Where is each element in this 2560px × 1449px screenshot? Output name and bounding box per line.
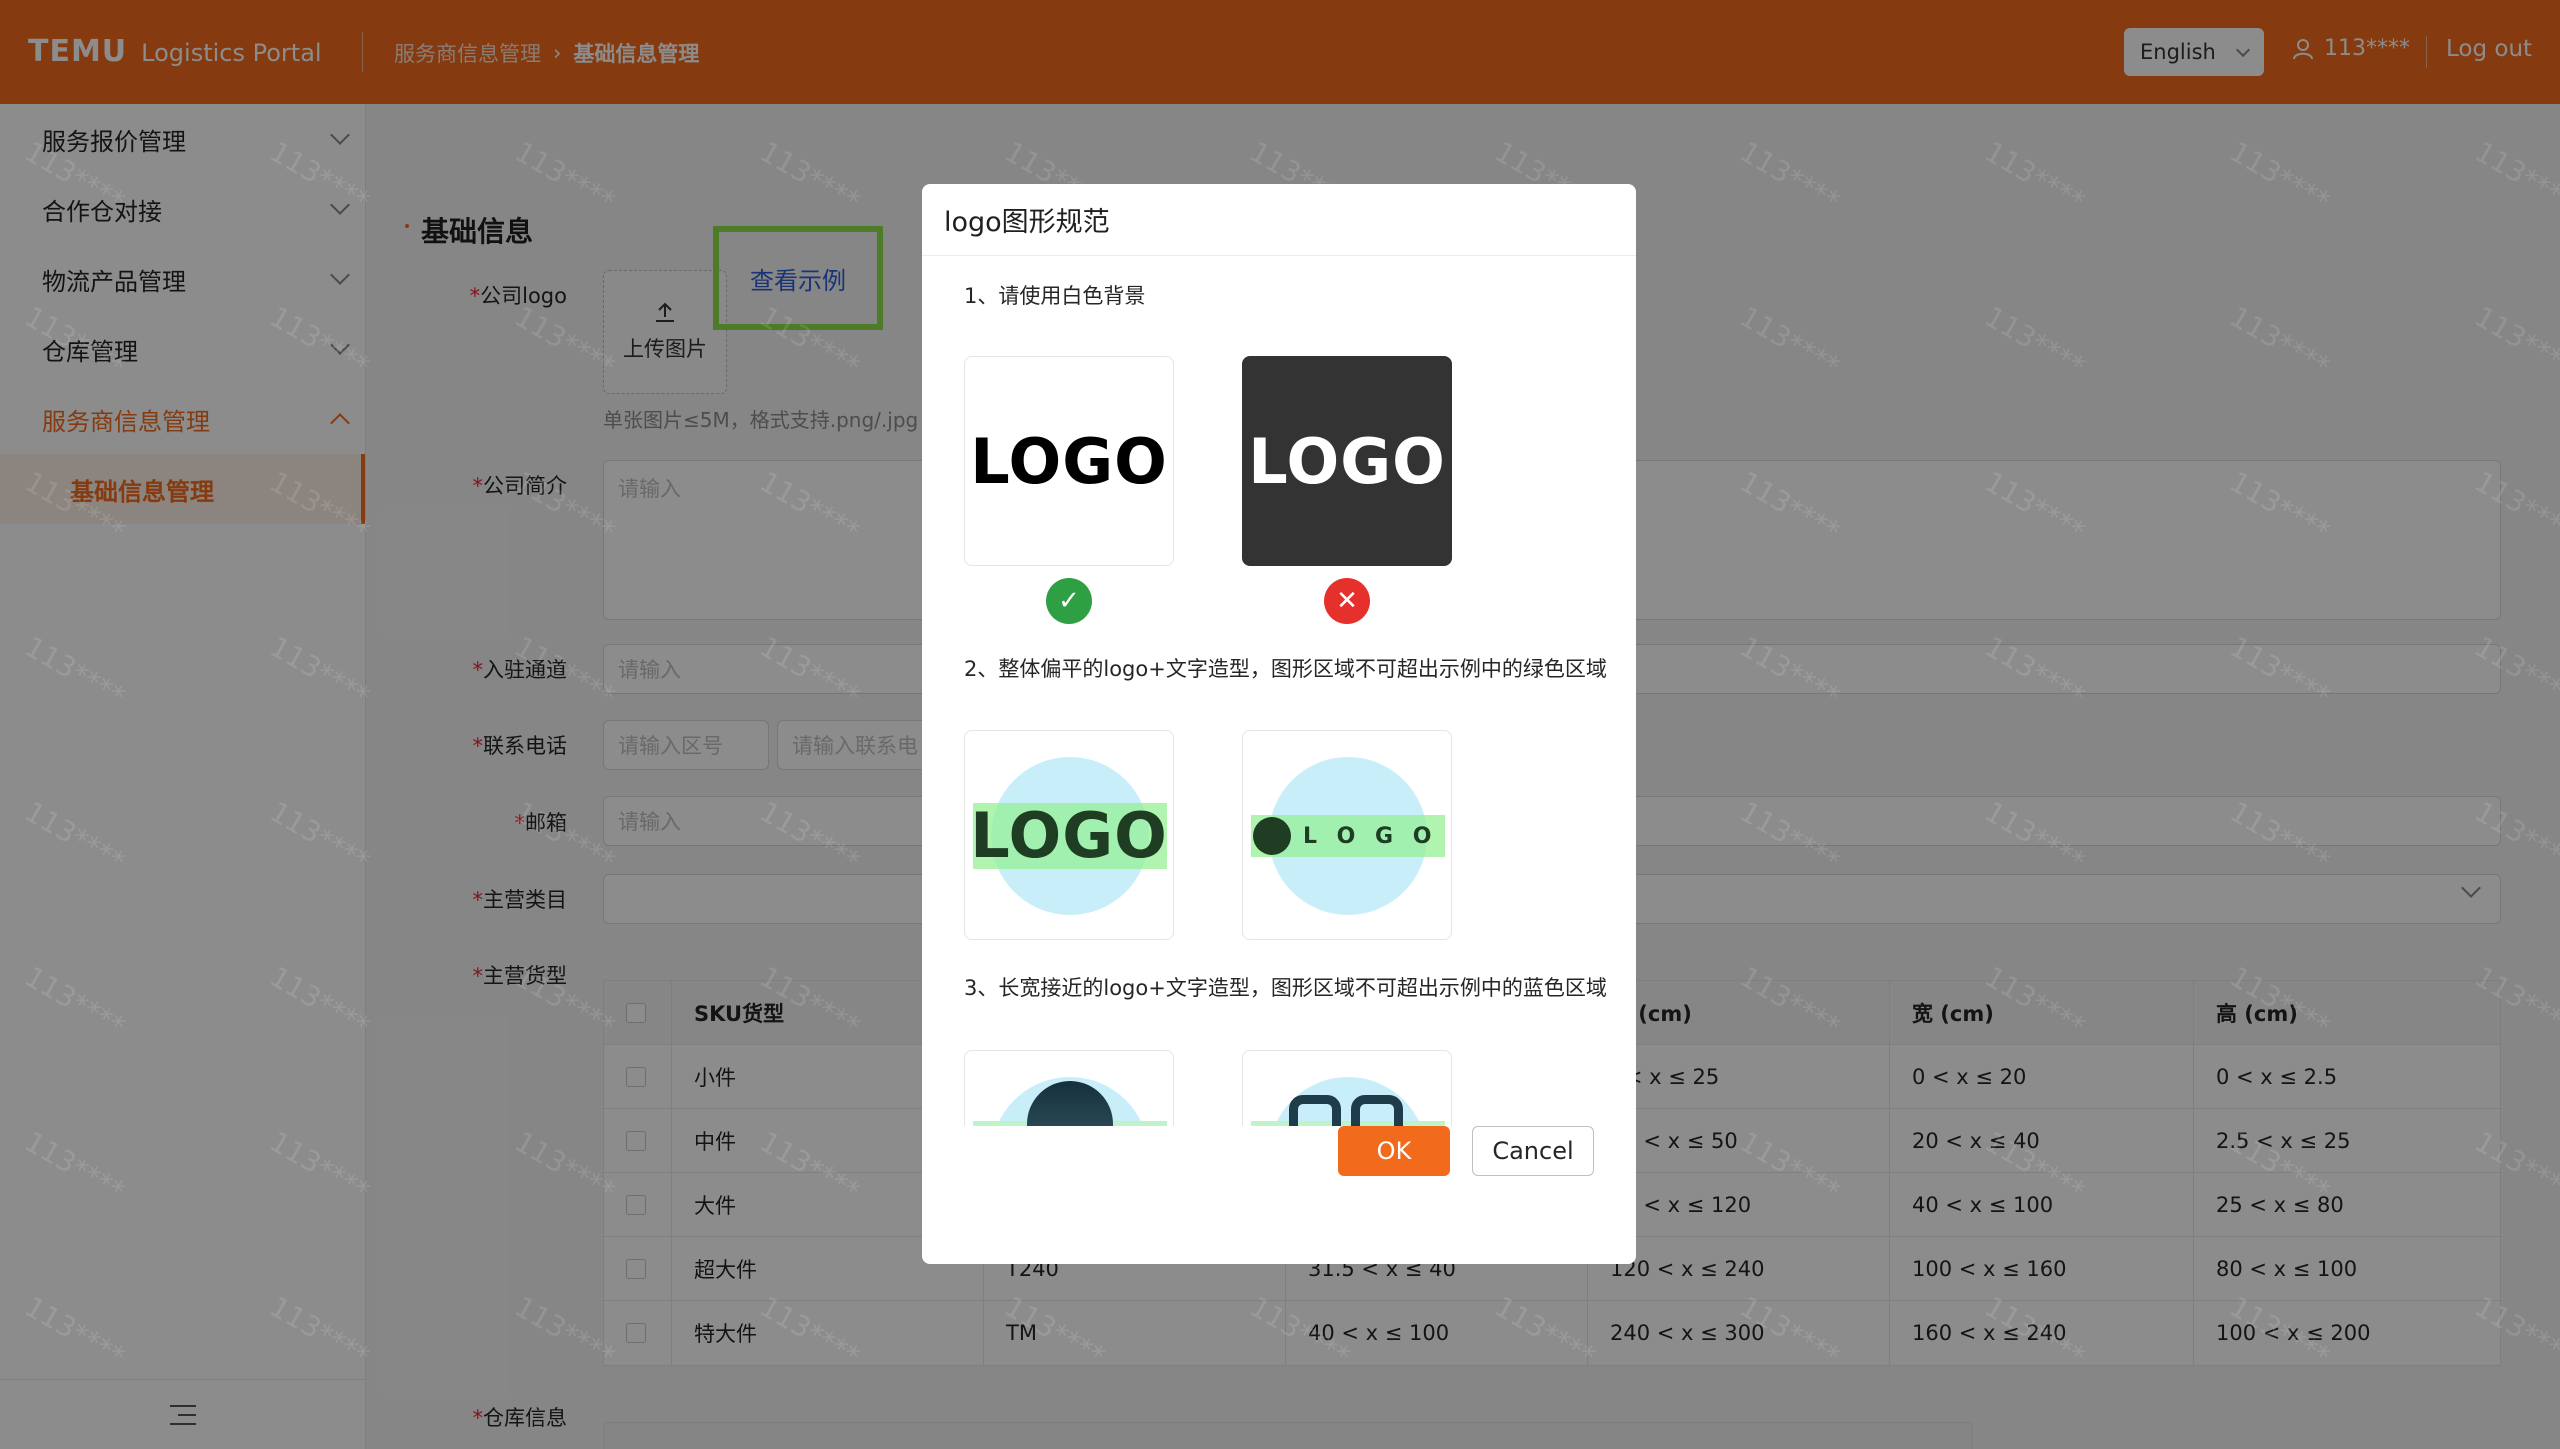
logo-text: L O G O (1303, 823, 1438, 849)
sample-flat-logo-a: LOGO (964, 730, 1174, 940)
dialog-title: logo图形规范 (922, 184, 1636, 256)
rule-square-logo: 3、长宽接近的logo+文字造型，图形区域不可超出示例中的蓝色区域 (964, 976, 1607, 1000)
rule-flat-logo: 2、整体偏平的logo+文字造型，图形区域不可超出示例中的绿色区域 (964, 657, 1607, 681)
sample-square-logo-a (964, 1050, 1174, 1126)
check-icon: ✓ (1046, 578, 1092, 624)
logo-text: LOGO (1248, 424, 1446, 498)
ok-button[interactable]: OK (1338, 1126, 1450, 1176)
dialog-footer: OK Cancel (922, 1126, 1636, 1264)
sample-square-logo-b (1242, 1050, 1452, 1126)
sample-white-logo: LOGO (964, 356, 1174, 566)
dialog-body[interactable]: 1、请使用白色背景 LOGO ✓ LOGO ✕ 2、整体偏平的logo+文字造型… (922, 256, 1636, 1126)
rule-white-background: 1、请使用白色背景 (964, 284, 1146, 308)
sample-flat-logo-b: L O G O (1242, 730, 1452, 940)
logo-text: LOGO (970, 424, 1168, 498)
error-icon: ✕ (1324, 578, 1370, 624)
sample-dark-logo: LOGO (1242, 356, 1452, 566)
cancel-button[interactable]: Cancel (1472, 1126, 1594, 1176)
logo-spec-dialog: logo图形规范 1、请使用白色背景 LOGO ✓ LOGO ✕ 2、整体偏平的… (922, 184, 1636, 1264)
logo-text: LOGO (970, 798, 1168, 872)
